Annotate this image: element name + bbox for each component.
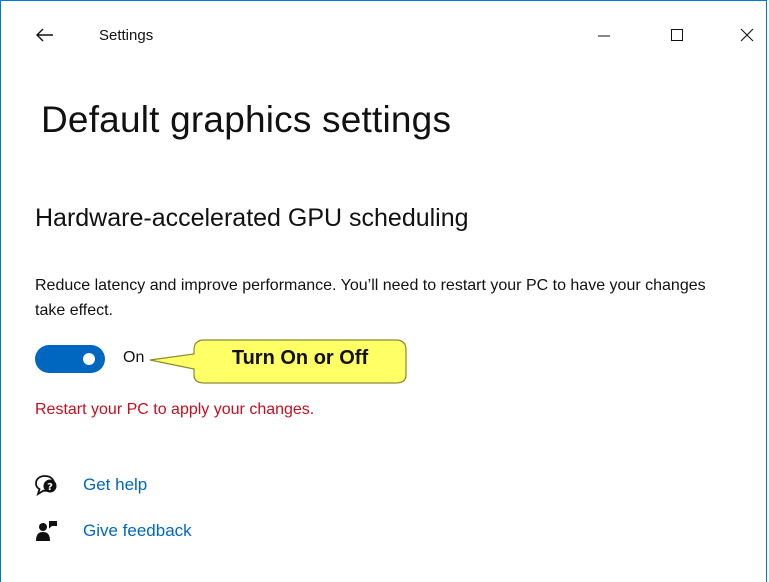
callout-text: Turn On or Off xyxy=(231,346,369,369)
get-help-label[interactable]: Get help xyxy=(83,475,147,495)
toggle-knob xyxy=(83,353,95,365)
close-button[interactable] xyxy=(729,19,765,51)
minimize-button[interactable] xyxy=(586,19,622,51)
gpu-scheduling-toggle[interactable] xyxy=(35,345,105,373)
give-feedback-link[interactable]: Give feedback xyxy=(35,518,192,544)
maximize-button[interactable] xyxy=(659,19,695,51)
title-bar: Settings xyxy=(1,1,766,65)
give-feedback-label[interactable]: Give feedback xyxy=(83,521,192,541)
section-description: Reduce latency and improve performance. … xyxy=(35,277,706,319)
svg-text:?: ? xyxy=(47,482,53,493)
back-button[interactable] xyxy=(29,21,61,49)
window-title: Settings xyxy=(99,27,154,44)
close-icon xyxy=(740,28,754,42)
section-title: Hardware-accelerated GPU scheduling xyxy=(35,204,469,232)
help-chat-icon: ? xyxy=(35,473,65,497)
settings-window: Settings Default graphics settings Hardw… xyxy=(0,0,767,582)
minimize-icon xyxy=(598,35,610,37)
page-title: Default graphics settings xyxy=(41,99,452,140)
toggle-state-label: On xyxy=(123,349,145,366)
maximize-icon xyxy=(671,29,683,41)
feedback-person-icon xyxy=(35,519,65,543)
back-arrow-icon xyxy=(36,28,53,42)
get-help-link[interactable]: ? Get help xyxy=(35,472,147,498)
restart-warning: Restart your PC to apply your changes. xyxy=(35,401,315,418)
